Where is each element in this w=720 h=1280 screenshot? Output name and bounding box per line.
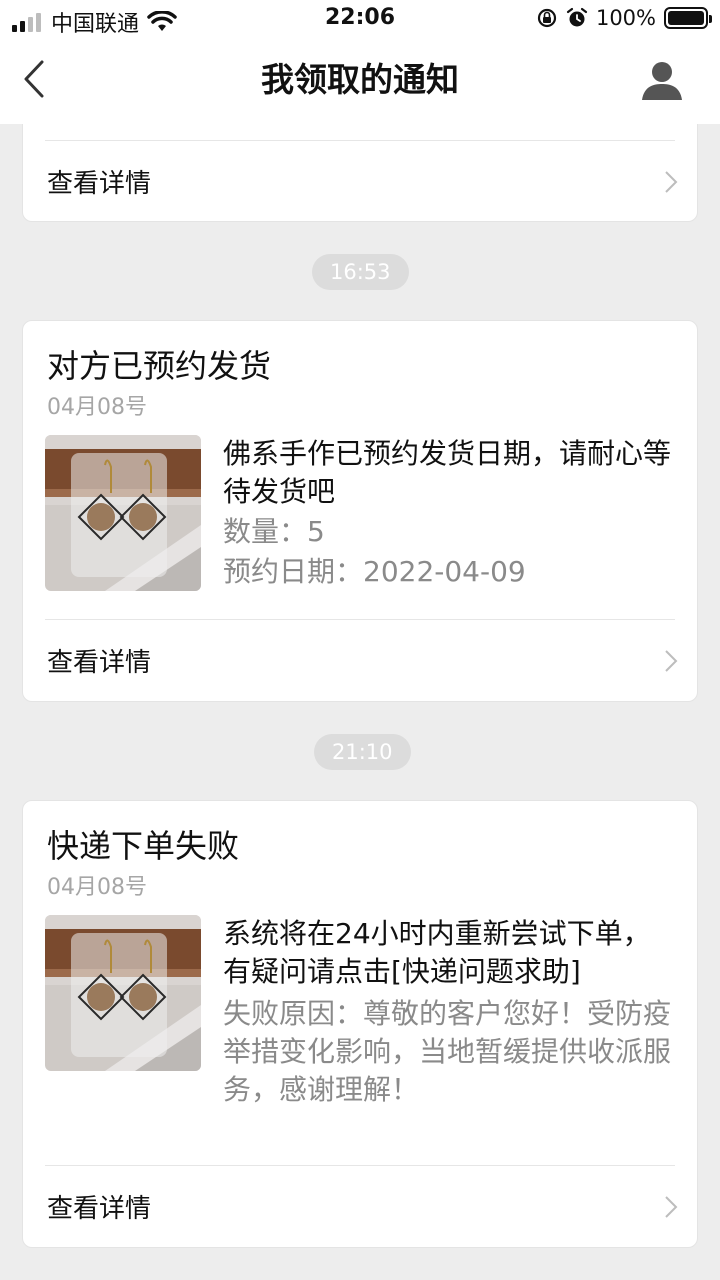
earring-product-image: [45, 915, 201, 1071]
notification-message: 佛系手作已预约发货日期，请耐心等待发货吧: [223, 437, 672, 508]
alarm-icon: [566, 7, 588, 27]
notification-body: 系统将在24小时内重新尝试下单，有疑问请点击[快递问题求助] 失败原因：尊敬的客…: [223, 915, 673, 1109]
notification-title: 对方已预约发货: [47, 347, 272, 385]
notification-card: 快递下单失败 04月08号 系统将在24小时内重新尝试下单，有疑问请点击[快递问…: [22, 800, 698, 1248]
nav-bar: 我领取的通知: [0, 40, 720, 124]
rotation-lock-icon: [537, 8, 557, 28]
view-details-button[interactable]: 查看详情: [23, 141, 697, 223]
chevron-right-icon: [665, 650, 678, 672]
time-divider: 21:10: [314, 734, 411, 770]
notification-date: 04月08号: [47, 395, 147, 420]
status-right: 100%: [536, 6, 712, 30]
notification-date: 04月08号: [47, 875, 147, 900]
notification-failure-reason: 失败原因：尊敬的客户您好！受防疫举措变化影响，当地暂缓提供收派服务，感谢理解！: [223, 997, 672, 1106]
notification-title: 快递下单失败: [47, 827, 240, 865]
notification-body: 佛系手作已预约发货日期，请耐心等待发货吧 数量：5 预约日期：2022-04-0…: [223, 435, 673, 591]
view-details-button[interactable]: 查看详情: [23, 620, 697, 702]
user-icon: [642, 62, 682, 100]
notification-quantity: 数量：5: [223, 515, 325, 548]
notification-feed[interactable]: 查看详情 16:53 对方已预约发货 04月08号 佛系手作已预约发货日期，请耐…: [0, 124, 720, 1280]
status-bar: 中国联通 22:06 100%: [0, 0, 720, 40]
view-details-label: 查看详情: [47, 648, 152, 678]
notification-reserved-date: 预约日期：2022-04-09: [223, 555, 526, 588]
product-thumbnail[interactable]: [45, 435, 201, 591]
notification-card: 对方已预约发货 04月08号 佛系手作已预约发货日期，请耐心等待发货吧 数量：5…: [22, 320, 698, 702]
page-title: 我领取的通知: [261, 60, 459, 99]
battery-percent: 100%: [595, 6, 656, 30]
view-details-label: 查看详情: [47, 1194, 152, 1224]
notification-card: 查看详情: [22, 124, 698, 222]
battery-icon: [664, 7, 712, 29]
earring-product-image: [45, 435, 201, 591]
view-details-button[interactable]: 查看详情: [23, 1166, 697, 1248]
chevron-right-icon: [665, 171, 678, 193]
notification-message: 系统将在24小时内重新尝试下单，有疑问请点击[快递问题求助]: [223, 917, 651, 988]
time-divider: 16:53: [312, 254, 409, 290]
chevron-right-icon: [665, 1196, 678, 1218]
product-thumbnail[interactable]: [45, 915, 201, 1071]
user-button[interactable]: [640, 58, 684, 102]
view-details-label: 查看详情: [47, 169, 152, 199]
